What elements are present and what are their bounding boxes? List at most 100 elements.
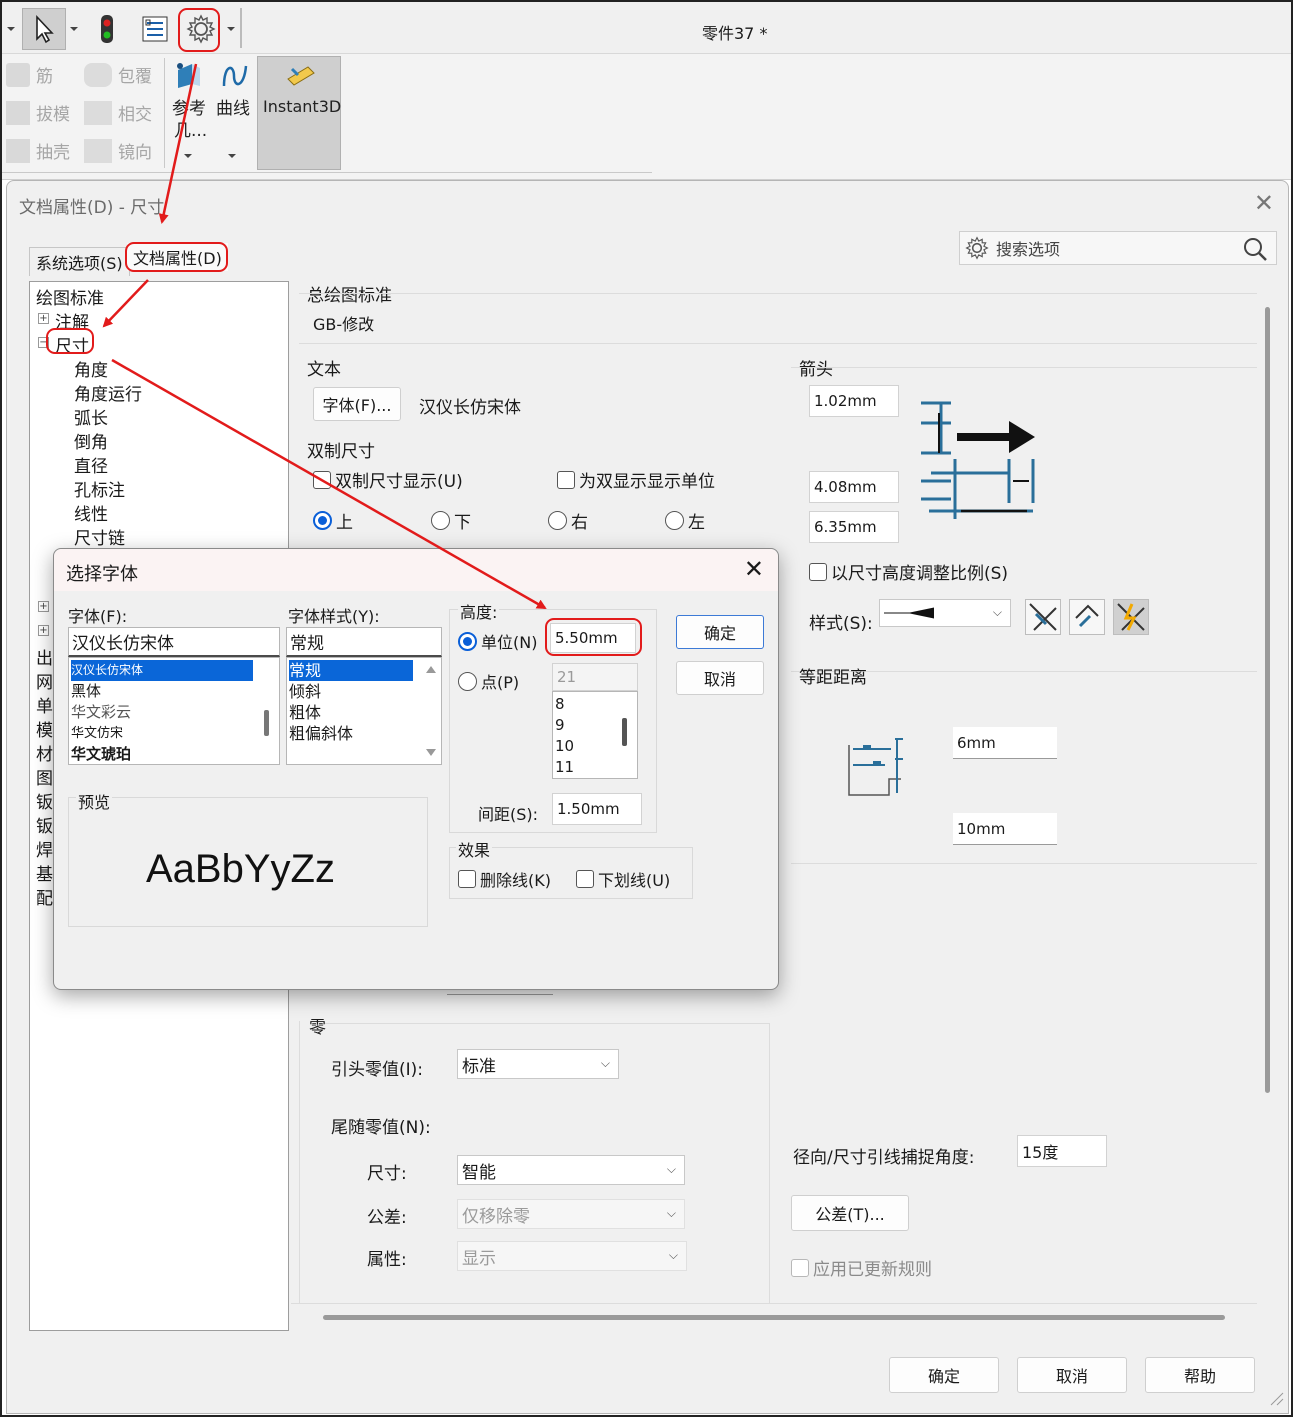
list-item[interactable]: 粗偏斜体 (289, 723, 353, 744)
tree-item-arc-length[interactable]: 弧长 (74, 404, 108, 429)
arrow-style-select[interactable]: ⌵ (879, 599, 1011, 627)
font-style-list[interactable]: 常规 倾斜 粗体 粗偏斜体 (286, 657, 442, 765)
arrow-size-1-field[interactable]: 1.02mm (809, 385, 899, 417)
search-options-field[interactable]: 搜索选项 (959, 231, 1277, 265)
list-item[interactable]: 9 (555, 715, 565, 736)
shell-button[interactable]: 抽壳 (6, 138, 70, 163)
scroll-down-icon[interactable] (425, 748, 437, 758)
font-cancel-button[interactable]: 取消 (676, 661, 764, 695)
font-ok-button[interactable]: 确定 (676, 615, 764, 649)
tree-item-truncated[interactable]: 单 (36, 692, 53, 717)
tree-item-linear[interactable]: 线性 (74, 500, 108, 525)
tolerance-button[interactable]: 公差(T)... (791, 1195, 909, 1231)
tree-item-truncated[interactable]: 配 (36, 884, 53, 909)
rib-rib-button[interactable]: 筋 (6, 62, 53, 87)
position-left-radio[interactable]: 左 (665, 508, 705, 533)
ok-button[interactable]: 确定 (889, 1357, 999, 1393)
list-item[interactable]: 华文彩云 (71, 702, 131, 723)
leading-zeros-select[interactable]: 标准 ⌵ (457, 1049, 619, 1079)
list-item[interactable]: 11 (555, 757, 574, 778)
instant3d-button[interactable]: Instant3D (257, 56, 341, 170)
tree-item-angle[interactable]: 角度 (74, 356, 108, 381)
horizontal-scrollbar[interactable] (323, 1315, 1225, 1320)
arrows-inside-button[interactable] (1025, 599, 1061, 635)
position-top-radio[interactable]: 上 (313, 508, 353, 533)
tree-item-truncated[interactable]: 网 (36, 668, 53, 693)
scroll-up-icon[interactable] (425, 664, 437, 674)
position-right-radio[interactable]: 右 (548, 508, 588, 533)
tree-expand-icon[interactable]: + (38, 313, 49, 324)
radial-snap-field[interactable]: 15度 (1017, 1135, 1107, 1167)
tree-item-truncated[interactable]: 钣 (36, 812, 53, 837)
traffic-light-icon[interactable] (92, 8, 122, 50)
cancel-button[interactable]: 取消 (1017, 1357, 1127, 1393)
list-icon[interactable] (138, 8, 172, 50)
trailing-properties-select[interactable]: 显示 ⌵ (457, 1241, 687, 1271)
list-item[interactable]: 华文琥珀 (71, 744, 131, 764)
curves-button[interactable]: 曲线 (216, 60, 252, 164)
search-icon[interactable] (1242, 236, 1268, 262)
font-name-input[interactable]: 汉仪长仿宋体 (68, 627, 280, 657)
mirror-button[interactable]: 镜向 (84, 138, 152, 163)
tab-system-options[interactable]: 系统选项(S) (29, 247, 130, 276)
tree-expand-icon[interactable]: + (38, 625, 49, 636)
select-cursor-icon[interactable] (22, 8, 66, 50)
arrow-size-3-field[interactable]: 6.35mm (809, 511, 899, 543)
draft-button[interactable]: 拔模 (6, 100, 70, 125)
dual-units-checkbox[interactable]: 为双显示显示单位 (557, 467, 715, 492)
list-scrollbar[interactable] (264, 710, 269, 736)
list-item[interactable]: 粗体 (289, 702, 321, 723)
scale-by-height-checkbox[interactable]: 以尺寸高度调整比例(S) (809, 559, 1008, 584)
arrows-smart-button[interactable] (1113, 599, 1149, 635)
list-item[interactable]: 汉仪长仿宋体 (71, 660, 253, 681)
position-bottom-radio[interactable]: 下 (431, 508, 471, 533)
tree-item-truncated[interactable]: 模 (36, 716, 53, 741)
list-item[interactable]: 8 (555, 694, 565, 715)
strikeout-checkbox[interactable]: 删除线(K) (458, 867, 551, 891)
tree-item-hole-callout[interactable]: 孔标注 (74, 476, 125, 501)
resize-grip-icon[interactable] (1269, 1391, 1285, 1407)
dropdown-arrow-icon[interactable] (224, 8, 238, 50)
tree-item-truncated[interactable]: 材 (36, 740, 53, 765)
tree-item-truncated[interactable]: 图 (36, 764, 53, 789)
point-radio[interactable]: 点(P) (458, 669, 519, 693)
tree-item-truncated[interactable]: 出 (36, 644, 53, 669)
tree-item-truncated[interactable]: 焊 (36, 836, 53, 861)
dropdown-arrow-icon[interactable] (4, 8, 18, 50)
point-size-list[interactable]: 8 9 10 11 (552, 691, 638, 779)
wrap-button[interactable]: 包覆 (84, 62, 152, 87)
arrows-outside-button[interactable] (1069, 599, 1105, 635)
reference-geometry-button[interactable]: 参考 几... (172, 60, 208, 164)
underline-checkbox[interactable]: 下划线(U) (576, 867, 670, 891)
font-name-list[interactable]: 汉仪长仿宋体 黑体 华文彩云 华文仿宋 华文琥珀 (68, 657, 280, 765)
dropdown-arrow-icon[interactable] (68, 8, 80, 50)
tree-item-angle-running[interactable]: 角度运行 (74, 380, 142, 405)
apply-updated-rules-checkbox[interactable]: 应用已更新规则 (791, 1255, 932, 1280)
unit-radio[interactable]: 单位(N) (458, 629, 537, 653)
tree-item-truncated[interactable]: 基 (36, 860, 53, 885)
font-button[interactable]: 字体(F)... (313, 387, 401, 421)
tree-expand-icon[interactable]: + (38, 601, 49, 612)
list-item[interactable]: 黑体 (71, 681, 101, 702)
spacing-field[interactable]: 1.50mm (552, 793, 642, 825)
tree-item-diameter[interactable]: 直径 (74, 452, 108, 477)
tree-item-chamfer[interactable]: 倒角 (74, 428, 108, 453)
list-item[interactable]: 10 (555, 736, 574, 757)
point-size-field[interactable]: 21 (552, 663, 638, 691)
trailing-dimensions-select[interactable]: 智能 ⌵ (457, 1155, 685, 1185)
vertical-scrollbar[interactable] (1265, 307, 1270, 1093)
list-item[interactable]: 常规 (289, 660, 413, 681)
dual-display-checkbox[interactable]: 双制尺寸显示(U) (313, 467, 463, 492)
font-style-input[interactable]: 常规 (286, 627, 442, 657)
intersect-button[interactable]: 相交 (84, 100, 152, 125)
close-icon[interactable]: ✕ (1254, 189, 1274, 217)
trailing-tolerance-select[interactable]: 仅移除零 ⌵ (457, 1199, 685, 1229)
list-item[interactable]: 倾斜 (289, 681, 321, 702)
tree-item-chain[interactable]: 尺寸链 (74, 524, 125, 549)
arrow-size-2-field[interactable]: 4.08mm (809, 471, 899, 503)
offset-distance-1-field[interactable]: 6mm (953, 727, 1057, 759)
tree-item-drafting-standard[interactable]: 绘图标准 (36, 284, 104, 309)
list-item[interactable]: 华文仿宋 (71, 723, 123, 744)
close-icon[interactable]: ✕ (744, 555, 764, 583)
help-button[interactable]: 帮助 (1145, 1357, 1255, 1393)
